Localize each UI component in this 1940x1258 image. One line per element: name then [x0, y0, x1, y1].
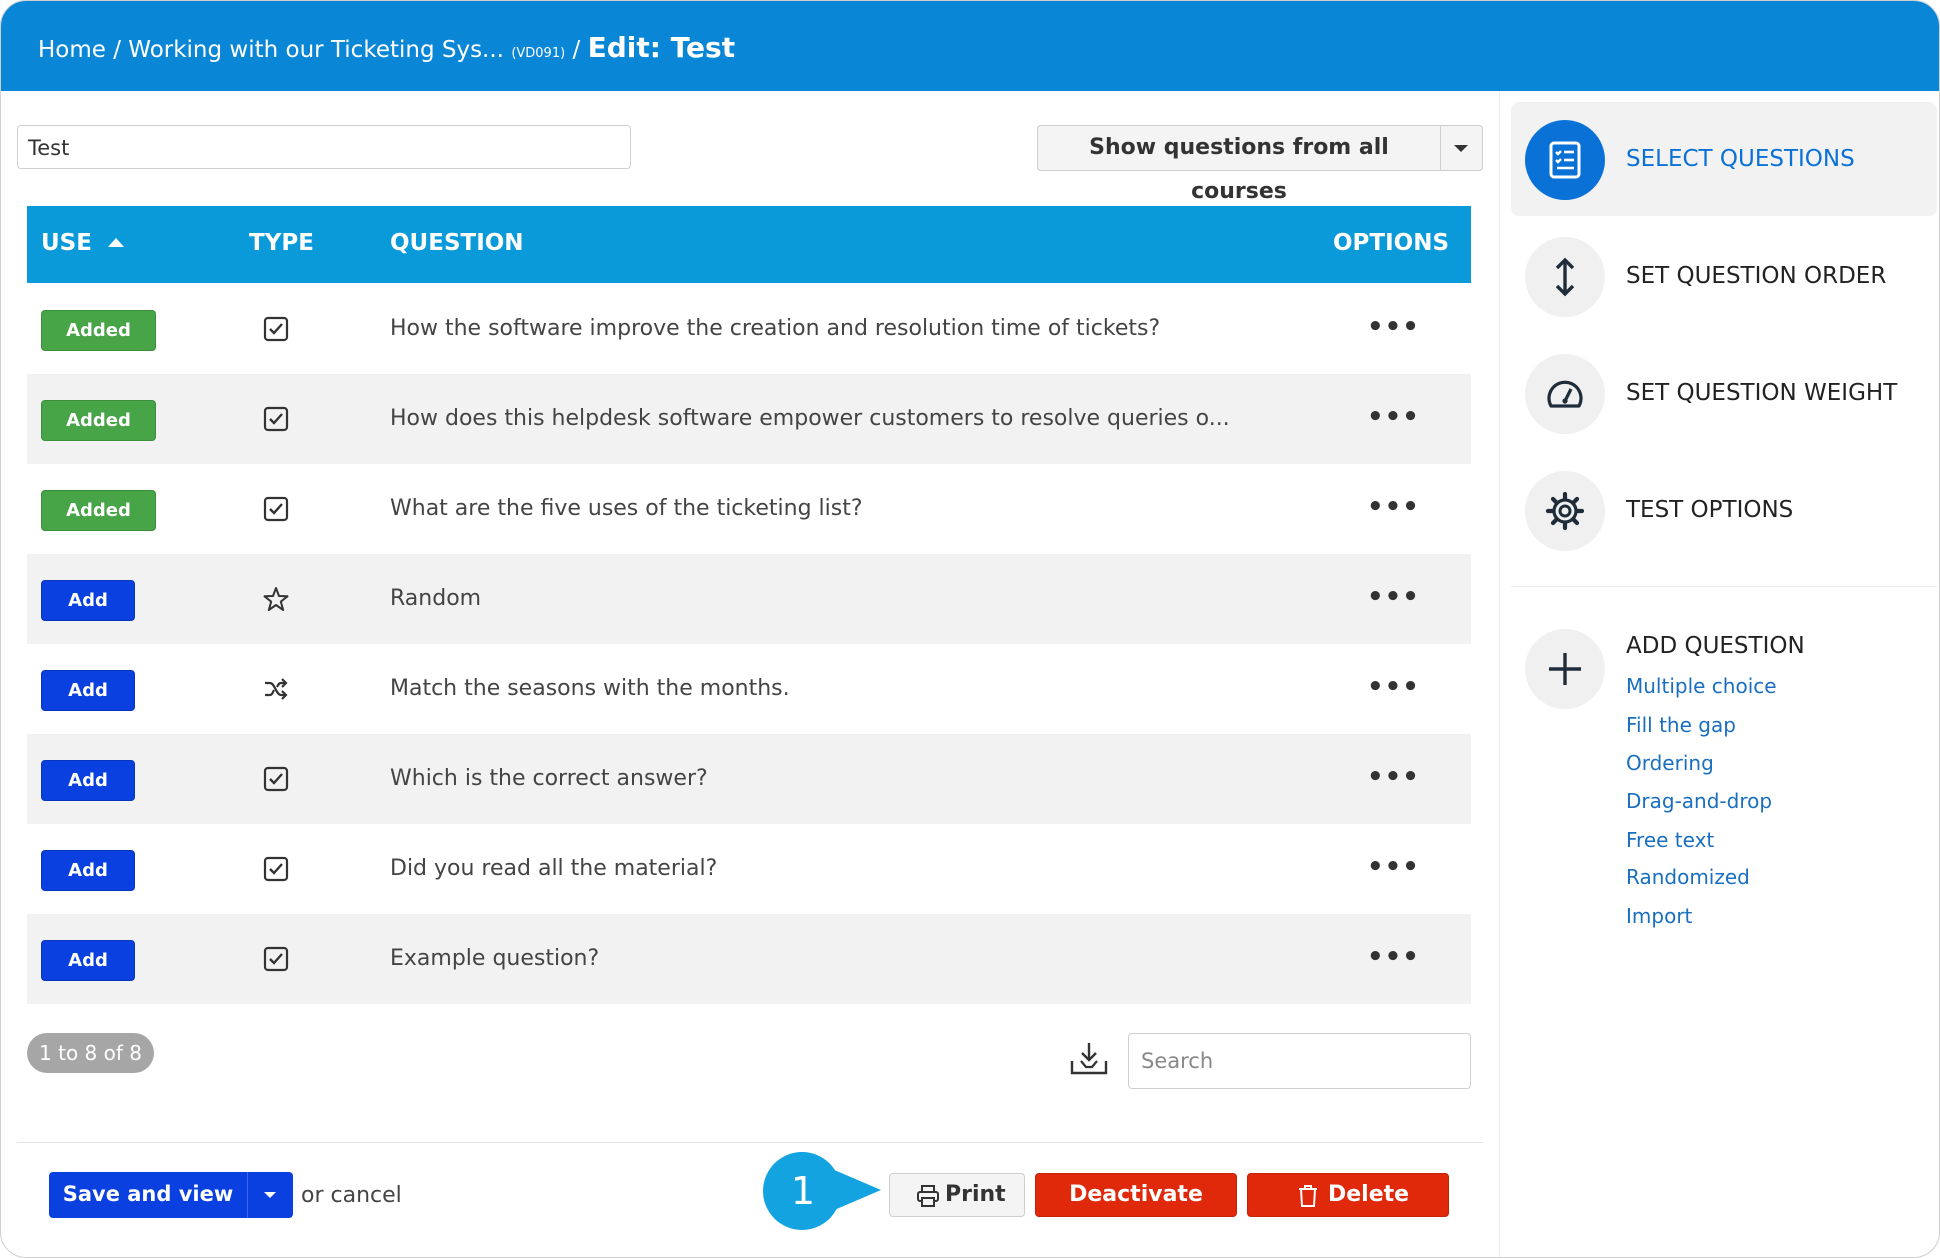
callout-marker: 1 — [763, 1152, 881, 1230]
add-free-text-link[interactable]: Free text — [1626, 828, 1714, 852]
table-row: Added How the software improve the creat… — [27, 284, 1471, 374]
added-button[interactable]: Added — [41, 400, 156, 441]
save-and-view-button[interactable]: Save and view — [49, 1172, 293, 1218]
gear-icon — [1525, 471, 1605, 551]
sidebar-item-test-options[interactable]: TEST OPTIONS — [1511, 453, 1937, 567]
question-text[interactable]: Which is the correct answer? — [390, 766, 708, 791]
question-text[interactable]: How the software improve the creation an… — [390, 316, 1160, 341]
sidebar-divider — [1511, 586, 1937, 587]
add-drag-and-drop-link[interactable]: Drag-and-drop — [1626, 789, 1772, 813]
added-button[interactable]: Added — [41, 490, 156, 531]
checkbox-icon — [263, 856, 289, 882]
add-randomized-link[interactable]: Randomized — [1626, 865, 1750, 889]
table-row: Add Which is the correct answer? ••• — [27, 734, 1471, 824]
breadcrumb-course[interactable]: Working with our Ticketing Sys... — [128, 37, 504, 63]
add-button[interactable]: Add — [41, 580, 135, 621]
options-menu-icon[interactable]: ••• — [1367, 402, 1420, 432]
question-text[interactable]: What are the five uses of the ticketing … — [390, 496, 863, 521]
cancel-link[interactable]: or cancel — [301, 1183, 402, 1208]
options-menu-icon[interactable]: ••• — [1367, 312, 1420, 342]
question-text[interactable]: Example question? — [390, 946, 599, 971]
table-row: Added What are the five uses of the tick… — [27, 464, 1471, 554]
question-text[interactable]: Did you read all the material? — [390, 856, 717, 881]
chevron-down-icon[interactable] — [264, 1192, 276, 1198]
options-menu-icon[interactable]: ••• — [1367, 492, 1420, 522]
sidebar-item-label[interactable]: TEST OPTIONS — [1626, 497, 1793, 523]
print-label[interactable]: Print — [945, 1174, 1006, 1216]
table-row: Add Example question? ••• — [27, 914, 1471, 1004]
checkbox-icon — [263, 496, 289, 522]
save-and-view-label[interactable]: Save and view — [49, 1172, 248, 1218]
plus-icon — [1525, 629, 1605, 709]
gauge-icon — [1525, 354, 1605, 434]
page-title: Edit: Test — [587, 31, 736, 64]
breadcrumb-separator: / — [105, 37, 129, 63]
star-icon — [263, 587, 289, 611]
column-header-type[interactable]: TYPE — [249, 230, 314, 256]
added-button[interactable]: Added — [41, 310, 156, 351]
pagination-info: 1 to 8 of 8 — [27, 1033, 154, 1073]
sidebar-item-label[interactable]: SET QUESTION WEIGHT — [1626, 380, 1897, 406]
course-filter-label[interactable]: Show questions from all courses — [1038, 126, 1441, 204]
sort-ascending-icon[interactable] — [107, 238, 124, 247]
sidebar-item-select-questions[interactable]: SELECT QUESTIONS — [1511, 102, 1937, 216]
sidebar-divider — [1499, 91, 1500, 1257]
export-icon[interactable] — [1069, 1041, 1109, 1077]
table-row: Add Random ••• — [27, 554, 1471, 644]
add-button[interactable]: Add — [41, 670, 135, 711]
print-button[interactable]: Print — [889, 1173, 1025, 1217]
course-filter-dropdown[interactable]: Show questions from all courses — [1037, 125, 1483, 204]
add-fill-the-gap-link[interactable]: Fill the gap — [1626, 713, 1736, 737]
checkbox-icon — [263, 766, 289, 792]
vertical-arrows-icon — [1525, 237, 1605, 317]
table-row: Added How does this helpdesk software em… — [27, 374, 1471, 464]
app-window: Home / Working with our Ticketing Sys...… — [0, 0, 1940, 1258]
add-button[interactable]: Add — [41, 940, 135, 981]
sidebar-item-label[interactable]: SET QUESTION ORDER — [1626, 263, 1886, 289]
breadcrumb-course-code: (VD091) — [511, 46, 566, 61]
column-header-use[interactable]: USE — [41, 230, 124, 256]
options-menu-icon[interactable]: ••• — [1367, 672, 1420, 702]
checkbox-icon — [263, 406, 289, 432]
shuffle-icon — [265, 678, 288, 700]
deactivate-button[interactable]: Deactivate — [1035, 1173, 1237, 1217]
options-menu-icon[interactable]: ••• — [1367, 582, 1420, 612]
options-menu-icon[interactable]: ••• — [1367, 852, 1420, 882]
add-multiple-choice-link[interactable]: Multiple choice — [1626, 674, 1777, 698]
delete-label[interactable]: Delete — [1328, 1174, 1409, 1216]
search-input[interactable]: Search — [1128, 1033, 1471, 1089]
trash-icon — [1299, 1185, 1317, 1207]
callout-number: 1 — [791, 1169, 815, 1213]
table-header: USE TYPE QUESTION OPTIONS — [27, 206, 1471, 283]
add-ordering-link[interactable]: Ordering — [1626, 751, 1714, 775]
test-name-input[interactable]: Test — [17, 125, 631, 169]
options-menu-icon[interactable]: ••• — [1367, 762, 1420, 792]
column-header-question[interactable]: QUESTION — [390, 230, 524, 256]
checkbox-icon — [263, 316, 289, 342]
question-text[interactable]: Match the seasons with the months. — [390, 676, 790, 701]
table-row: Add Did you read all the material? ••• — [27, 824, 1471, 914]
question-text[interactable]: Random — [390, 586, 481, 611]
sidebar-item-set-question-weight[interactable]: SET QUESTION WEIGHT — [1511, 336, 1937, 450]
options-menu-icon[interactable]: ••• — [1367, 942, 1420, 972]
breadcrumb: Home / Working with our Ticketing Sys...… — [38, 31, 735, 64]
printer-icon — [917, 1185, 939, 1207]
delete-button[interactable]: Delete — [1247, 1173, 1449, 1217]
header-bar: Home / Working with our Ticketing Sys...… — [1, 1, 1939, 91]
table-row: Add Match the seasons with the months. •… — [27, 644, 1471, 734]
list-icon — [1525, 120, 1605, 200]
add-question-title: ADD QUESTION — [1626, 633, 1805, 659]
breadcrumb-home[interactable]: Home — [38, 37, 106, 63]
column-header-options: OPTIONS — [1333, 230, 1450, 256]
divider — [17, 1142, 1483, 1143]
sidebar-item-set-question-order[interactable]: SET QUESTION ORDER — [1511, 219, 1937, 333]
question-text[interactable]: How does this helpdesk software empower … — [390, 406, 1230, 431]
checkbox-icon — [263, 946, 289, 972]
sidebar-item-label[interactable]: SELECT QUESTIONS — [1626, 146, 1855, 172]
breadcrumb-separator: / — [565, 37, 588, 63]
add-button[interactable]: Add — [41, 850, 135, 891]
import-link[interactable]: Import — [1626, 904, 1692, 928]
add-button[interactable]: Add — [41, 760, 135, 801]
chevron-down-icon[interactable] — [1454, 145, 1468, 152]
